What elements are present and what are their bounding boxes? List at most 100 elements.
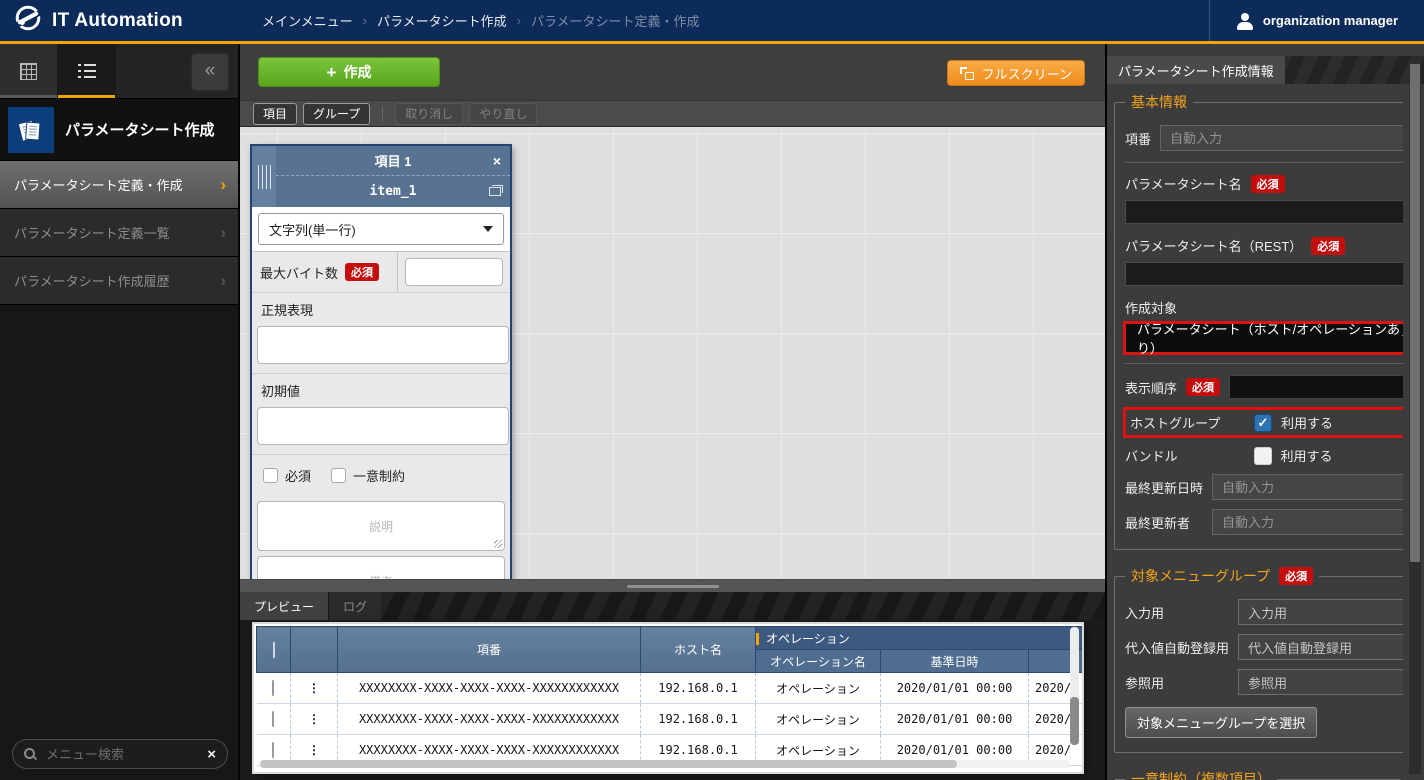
- host-group-checkbox[interactable]: ✓: [1254, 414, 1272, 432]
- row-checkbox[interactable]: [272, 680, 274, 696]
- select-target-menu-group-button[interactable]: 対象メニューグループを選択: [1125, 707, 1317, 738]
- sidebar-collapse-button[interactable]: «: [191, 53, 229, 91]
- breadcrumb-current-page: パラメータシート定義・作成: [531, 11, 700, 30]
- sheet-editor-canvas[interactable]: 項目 1 × item_1 文字列(単一行): [240, 127, 1105, 579]
- splitter-handle[interactable]: [240, 579, 1105, 592]
- drag-handle[interactable]: [252, 146, 276, 207]
- item-type-select[interactable]: 文字列(単一行): [258, 213, 504, 245]
- chevron-down-icon: [483, 226, 493, 232]
- tab-preview[interactable]: プレビュー: [240, 592, 328, 620]
- bundle-label: バンドル: [1125, 446, 1245, 465]
- for-input-label: 入力用: [1125, 603, 1229, 622]
- chevron-right-icon: ›: [220, 271, 226, 291]
- cell-item-no: XXXXXXXX-XXXX-XXXX-XXXX-XXXXXXXXXXXX: [338, 673, 641, 704]
- target-menu-group-section: 対象メニューグループ 必須 入力用 代入値自動登録用 参照用 対象メニューグルー…: [1114, 566, 1403, 753]
- search-clear-icon[interactable]: ×: [207, 746, 216, 763]
- select-all-checkbox[interactable]: [273, 642, 275, 658]
- for-input-field[interactable]: [1238, 599, 1403, 625]
- chevron-down-icon: [1402, 335, 1403, 341]
- cell-base-datetime: 2020/01/01 00:00: [881, 673, 1029, 704]
- row-checkbox[interactable]: [272, 742, 274, 758]
- sidebar-menu-title: パラメータシート作成: [65, 119, 215, 140]
- divider: [1125, 363, 1403, 364]
- default-value-label: 初期値: [252, 373, 510, 404]
- basic-info-section: 基本情報 項番 パラメータシート名 必須 パラメータシート名（REST）: [1114, 92, 1403, 550]
- target-menu-group-legend: 対象メニューグループ: [1131, 566, 1270, 586]
- add-group-button[interactable]: グループ: [303, 103, 370, 125]
- column-group-operation: オペレーション: [756, 627, 1083, 650]
- undo-button[interactable]: 取り消し: [395, 103, 463, 125]
- list-icon: [78, 64, 96, 78]
- table-vertical-scrollbar[interactable]: [1070, 627, 1079, 745]
- item-name[interactable]: item_1: [370, 184, 417, 199]
- editor-toolbar: 項目 グループ 取り消し やり直し: [240, 100, 1105, 127]
- fullscreen-button[interactable]: フルスクリーン: [947, 60, 1085, 86]
- create-button-label: 作成: [343, 62, 371, 82]
- sidebar-item-creation-history[interactable]: パラメータシート作成履歴 ›: [0, 256, 238, 304]
- user-icon: [1236, 13, 1254, 29]
- scrollbar-thumb[interactable]: [1410, 64, 1420, 562]
- default-value-input[interactable]: [257, 407, 509, 445]
- tab-menu-list[interactable]: [58, 44, 116, 98]
- required-badge: 必須: [1251, 175, 1285, 193]
- table-row: ⋮ XXXXXXXX-XXXX-XXXX-XXXX-XXXXXXXXXXXX 1…: [257, 704, 1083, 735]
- sheet-name-rest-label: パラメータシート名（REST）: [1125, 236, 1302, 255]
- item-panel-title: 項目 1: [375, 151, 412, 170]
- for-reference-label: 参照用: [1125, 673, 1229, 692]
- tab-log[interactable]: ログ: [328, 592, 381, 620]
- preview-table: 項番 ホスト名 オペレーション オペレーション名 基準日時 実: [256, 626, 1082, 766]
- fullscreen-button-label: フルスクリーン: [982, 64, 1072, 83]
- note-textarea[interactable]: 備考: [257, 556, 505, 579]
- it-automation-app: IT Automation メインメニュー › パラメータシート作成 › パラメ…: [0, 0, 1424, 780]
- scrollbar-thumb[interactable]: [260, 760, 957, 768]
- max-bytes-input[interactable]: [405, 258, 503, 286]
- bundle-checkbox[interactable]: [1254, 447, 1272, 465]
- app-header: IT Automation メインメニュー › パラメータシート作成 › パラメ…: [0, 0, 1424, 44]
- last-update-input: [1212, 474, 1403, 500]
- sheet-name-input[interactable]: [1125, 200, 1403, 224]
- rename-popup-icon[interactable]: [489, 187, 501, 196]
- regex-input[interactable]: [257, 326, 509, 364]
- cell-base-datetime: 2020/01/01 00:00: [881, 704, 1029, 735]
- row-checkbox[interactable]: [272, 711, 274, 727]
- table-horizontal-scrollbar[interactable]: [260, 760, 1070, 768]
- description-textarea[interactable]: 説明: [257, 501, 505, 551]
- item-no-input: [1160, 125, 1403, 151]
- menu-search-input[interactable]: [44, 746, 200, 763]
- column-header-base-datetime: 基準日時: [881, 650, 1029, 673]
- app-title: IT Automation: [52, 10, 183, 32]
- row-menu-header: [291, 627, 338, 673]
- kebab-menu-icon[interactable]: ⋮: [291, 704, 338, 735]
- breadcrumb-main-menu[interactable]: メインメニュー: [262, 11, 353, 30]
- user-menu[interactable]: organization manager: [1209, 0, 1424, 41]
- sheet-name-rest-input[interactable]: [1125, 262, 1403, 286]
- for-substitution-field[interactable]: [1238, 634, 1403, 660]
- display-order-input[interactable]: [1229, 375, 1403, 399]
- host-group-use-label: 利用する: [1281, 413, 1403, 432]
- tab-menu-grid[interactable]: [0, 44, 58, 98]
- breadcrumb-parameter-sheet-creation[interactable]: パラメータシート作成: [377, 11, 507, 30]
- required-badge: 必須: [1311, 237, 1345, 255]
- tab-sheet-info[interactable]: パラメータシート作成情報: [1107, 56, 1285, 84]
- create-button[interactable]: + 作成: [258, 57, 440, 87]
- close-icon[interactable]: ×: [493, 154, 501, 168]
- chevron-right-icon: ›: [220, 175, 226, 195]
- redo-button[interactable]: やり直し: [469, 103, 537, 125]
- breadcrumb: メインメニュー › パラメータシート作成 › パラメータシート定義・作成: [240, 11, 700, 30]
- column-header-item-no: 項番: [338, 627, 641, 673]
- panel-scrollbar[interactable]: [1409, 60, 1421, 774]
- add-item-button[interactable]: 項目: [253, 103, 297, 125]
- sidebar-item-definition-list[interactable]: パラメータシート定義一覧 ›: [0, 208, 238, 256]
- kebab-menu-icon[interactable]: ⋮: [291, 673, 338, 704]
- app-logo[interactable]: IT Automation: [0, 0, 240, 41]
- basic-info-legend: 基本情報: [1131, 92, 1187, 112]
- cell-host: 192.168.0.1: [641, 673, 756, 704]
- creation-target-select[interactable]: パラメータシート（ホスト/オペレーションあり）: [1126, 324, 1403, 352]
- cell-host: 192.168.0.1: [641, 704, 756, 735]
- unique-constraint-legend: 一意制約（複数項目）: [1131, 769, 1271, 780]
- required-checkbox[interactable]: [263, 468, 278, 483]
- unique-constraint-checkbox[interactable]: [331, 468, 346, 483]
- sidebar-item-label: パラメータシート作成履歴: [14, 271, 170, 290]
- sidebar-item-definition-create[interactable]: パラメータシート定義・作成 ›: [0, 160, 238, 208]
- for-reference-field[interactable]: [1238, 669, 1403, 695]
